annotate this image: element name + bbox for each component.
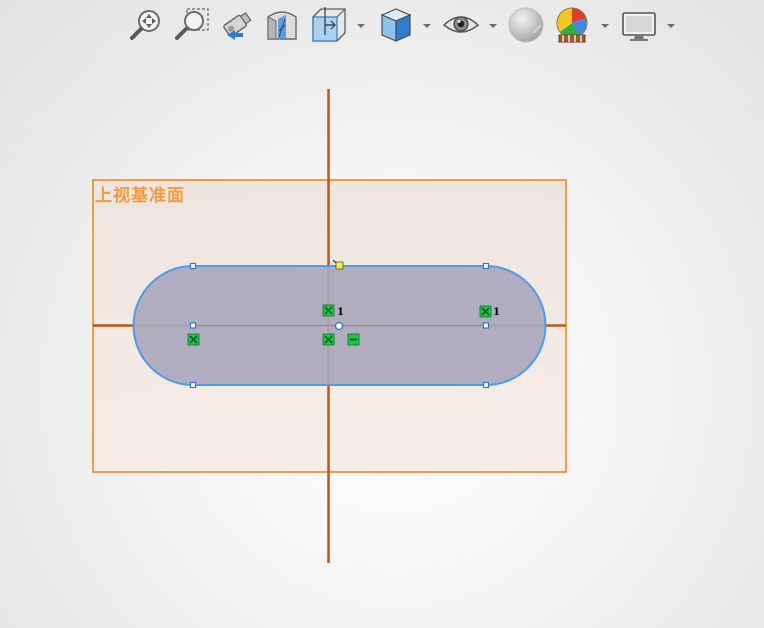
chevron-down-icon (357, 24, 365, 28)
scene-icon (556, 7, 588, 43)
hide-show-items-dropdown[interactable] (487, 18, 499, 32)
zoom-to-fit-icon (130, 10, 160, 40)
eye-icon (442, 16, 480, 33)
display-style-button[interactable] (376, 5, 414, 45)
zoom-to-area-button[interactable] (172, 5, 210, 45)
zoom-to-fit-button[interactable] (127, 5, 165, 45)
relation-icon[interactable] (322, 304, 335, 317)
display-style-dropdown[interactable] (421, 18, 433, 32)
display-style-icon (380, 8, 412, 42)
edit-appearance-button[interactable] (507, 5, 545, 45)
hide-show-items-button[interactable] (442, 5, 480, 45)
graphics-area[interactable] (0, 50, 764, 628)
section-view-icon (267, 11, 297, 40)
apply-scene-button[interactable] (553, 5, 591, 45)
appearance-sphere-icon (508, 7, 544, 43)
arc-center-point[interactable] (189, 322, 197, 329)
section-view-button[interactable] (262, 5, 300, 45)
chevron-down-icon (601, 24, 609, 28)
view-settings-dropdown[interactable] (665, 18, 677, 32)
view-settings-button[interactable] (620, 5, 658, 45)
slot-center-point[interactable] (334, 321, 344, 331)
endpoint-handle[interactable] (482, 381, 490, 389)
relation-icon[interactable] (479, 305, 492, 318)
heads-up-view-toolbar (0, 0, 764, 50)
arc-center-point[interactable] (482, 322, 490, 329)
horizontal-relation-icon[interactable] (347, 333, 360, 346)
relation-icon[interactable] (322, 333, 335, 346)
view-orientation-button[interactable] (309, 5, 347, 45)
view-orientation-icon (312, 7, 346, 42)
plane-label: 上视基准面 (95, 186, 185, 206)
zoom-to-area-icon (175, 8, 209, 40)
previous-view-icon (223, 12, 252, 40)
relation-count-label: 1 (493, 307, 500, 318)
chevron-down-icon (423, 24, 431, 28)
monitor-icon (622, 12, 656, 41)
relation-icon[interactable] (187, 333, 200, 346)
endpoint-handle[interactable] (189, 381, 197, 389)
relation-count-label: 1 (337, 307, 344, 318)
chevron-down-icon (489, 24, 497, 28)
view-orientation-dropdown[interactable] (355, 18, 367, 32)
chevron-down-icon (667, 24, 675, 28)
endpoint-handle[interactable] (189, 262, 197, 270)
endpoint-handle[interactable] (482, 262, 490, 270)
previous-view-button[interactable] (217, 5, 255, 45)
apply-scene-dropdown[interactable] (599, 18, 611, 32)
